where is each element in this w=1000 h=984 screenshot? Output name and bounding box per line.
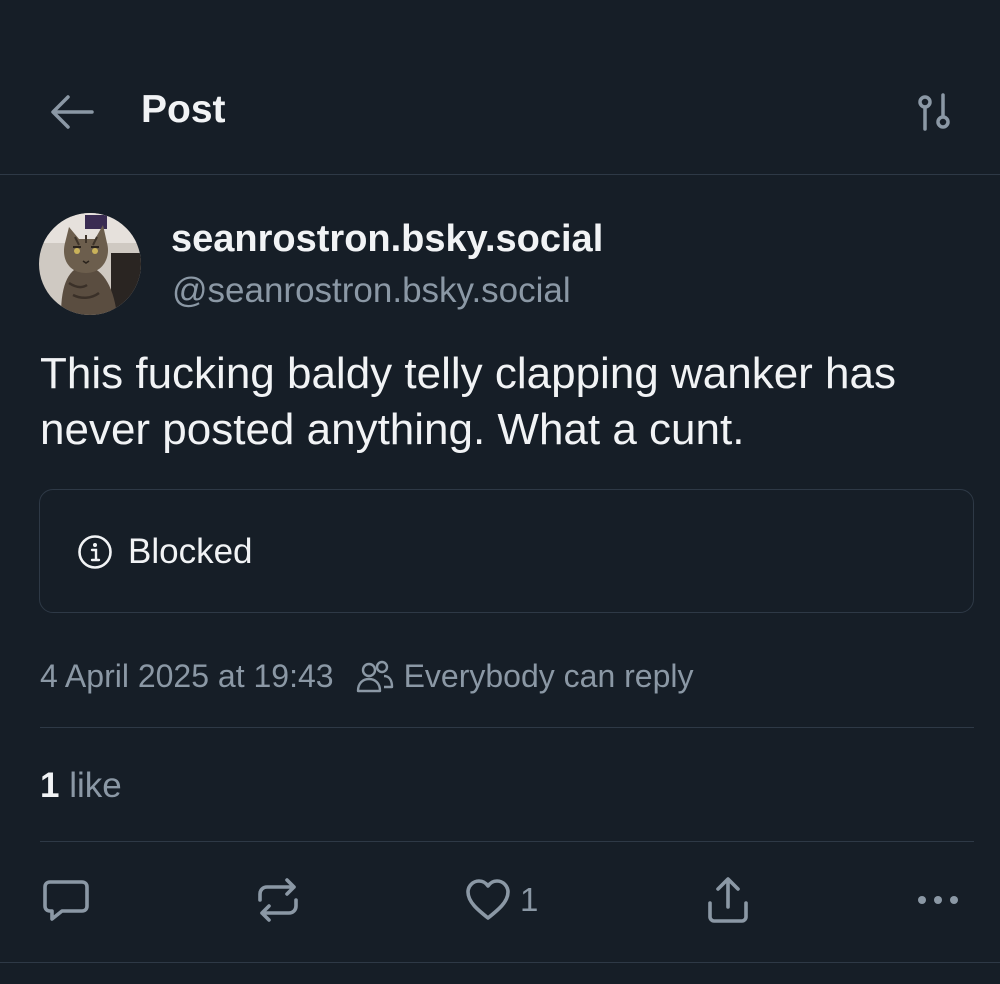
ellipsis-icon <box>918 896 958 904</box>
author-handle[interactable]: @seanrostron.bsky.social <box>172 270 571 312</box>
repost-button[interactable] <box>252 872 304 928</box>
back-button[interactable] <box>44 86 100 138</box>
repost-arrows-icon <box>258 878 298 922</box>
likes-word: like <box>69 766 122 805</box>
share-button[interactable] <box>704 872 752 928</box>
post-timestamp: 4 April 2025 at 19:43 <box>40 657 334 694</box>
speech-bubble-icon <box>43 880 89 921</box>
page-title: Post <box>141 88 226 131</box>
people-icon <box>356 660 393 693</box>
reply-setting-label: Everybody can reply <box>403 657 694 694</box>
heart-icon <box>466 879 510 920</box>
info-circle-icon <box>78 535 112 569</box>
reply-setting[interactable]: Everybody can reply <box>356 657 694 695</box>
likes-summary[interactable]: 1 like <box>40 765 122 807</box>
divider <box>0 962 1000 963</box>
like-count: 1 <box>520 881 539 918</box>
thread-settings-button[interactable] <box>906 86 962 138</box>
like-button[interactable]: 1 <box>464 872 538 928</box>
avatar[interactable] <box>39 213 141 315</box>
blocked-quote-card: Blocked <box>39 489 974 613</box>
share-upload-icon <box>708 877 748 923</box>
more-options-button[interactable] <box>914 872 962 928</box>
blocked-label: Blocked <box>128 532 253 571</box>
post-thread-screen: Post seanrostron.bsky.social @seanrostro… <box>0 0 1000 984</box>
post-meta: 4 April 2025 at 19:43 Everybody can repl… <box>40 655 693 697</box>
likes-count: 1 <box>40 766 60 805</box>
post-text: This fucking baldy telly clapping wanker… <box>40 349 897 454</box>
sliders-icon <box>918 93 950 131</box>
divider <box>40 727 974 728</box>
reply-button[interactable] <box>40 872 92 928</box>
top-bar: Post <box>0 0 1000 175</box>
divider <box>40 841 974 842</box>
author-display-name[interactable]: seanrostron.bsky.social <box>171 216 603 262</box>
cat-avatar-image <box>39 213 141 315</box>
arrow-left-icon <box>51 95 94 129</box>
